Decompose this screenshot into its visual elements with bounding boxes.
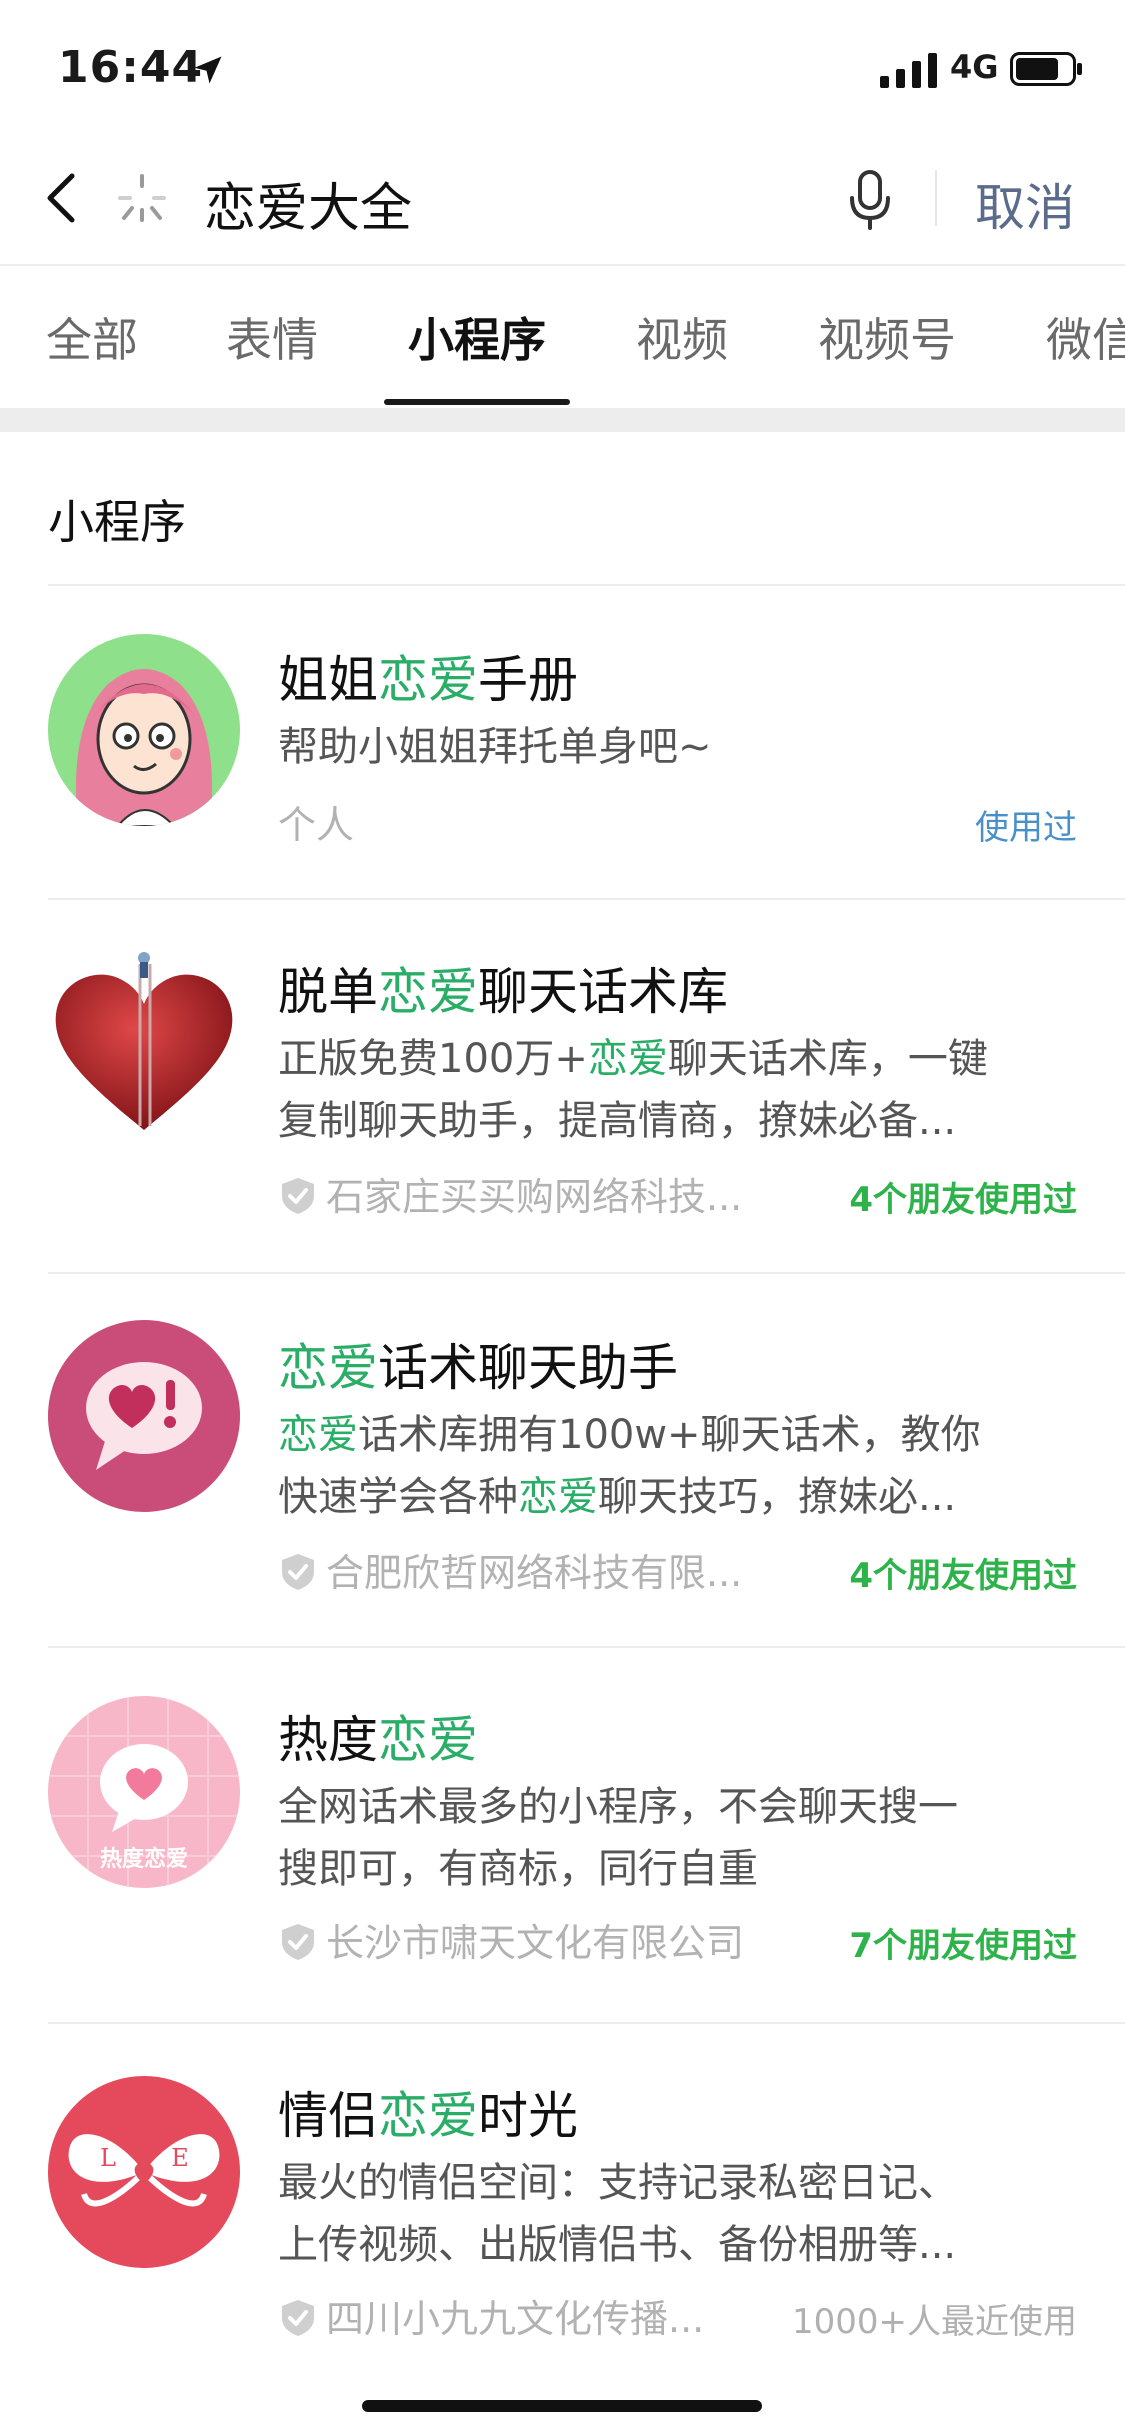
result-developer: 长沙市啸天文化有限公司	[278, 1912, 744, 1967]
usage-badge: 4个朋友使用过	[849, 1556, 1077, 1596]
result-developer: 合肥欣哲网络科技有限...	[278, 1542, 742, 1597]
location-arrow-icon	[194, 56, 222, 84]
keyword-highlight: 恋爱	[278, 1412, 358, 1458]
description-text: 最火的情侣空间：支持记录私密日记、	[278, 2160, 958, 2206]
icon-letter-l: L	[100, 2144, 116, 2172]
result-name: 脱单恋爱聊天话术库	[278, 963, 728, 1021]
result-name: 热度恋爱	[278, 1711, 478, 1769]
description-line: 正版免费100万+恋爱聊天话术库，一键	[278, 1028, 1078, 1090]
love-bow-icon: L E	[48, 2076, 240, 2268]
description-text: 帮助小姐姐拜托单身吧~	[278, 724, 712, 770]
tab-channels[interactable]: 视频号	[818, 304, 956, 370]
verified-shield-icon	[282, 1924, 314, 1960]
result-developer: 个人	[278, 803, 355, 847]
home-indicator[interactable]	[362, 2400, 762, 2412]
search-query-input[interactable]: 恋爱大全	[204, 166, 412, 241]
description-text: 话术库拥有100w+聊天话术，教你	[358, 1412, 981, 1458]
tab-videos[interactable]: 视频	[636, 304, 728, 370]
result-description: 正版免费100万+恋爱聊天话术库，一键复制聊天助手，提高情商，撩妹必备...	[278, 1028, 1078, 1152]
icon-caption-text: 热度恋爱	[100, 1846, 188, 1872]
result-name: 恋爱话术聊天助手	[278, 1339, 678, 1397]
verified-shield-icon	[282, 1554, 314, 1590]
description-line: 最火的情侣空间：支持记录私密日记、	[278, 2152, 1078, 2214]
result-developer: 石家庄买买购网络科技...	[278, 1166, 742, 1221]
result-item[interactable]: 恋爱话术聊天助手 恋爱话术库拥有100w+聊天话术，教你 快速学会各种恋爱聊天技巧…	[0, 1274, 1125, 1648]
result-name: 姐姐恋爱手册	[278, 651, 578, 709]
description-text: 全网话术最多的小程序，不会聊天搜一	[278, 1784, 958, 1830]
status-time: 16:44	[58, 42, 204, 93]
description-text: 上传视频、出版情侣书、备份相册等...	[278, 2222, 957, 2268]
status-bar: 16:44 4G	[0, 0, 1125, 132]
search-header: 恋爱大全 取消	[0, 132, 1125, 264]
heart-speech-bubble-icon	[48, 1320, 240, 1512]
description-line: 搜即可，有商标，同行自重	[278, 1838, 1078, 1900]
usage-badge: 4个朋友使用过	[849, 1180, 1077, 1220]
description-text: 聊天话术库，一键	[667, 1036, 988, 1082]
usage-badge: 7个朋友使用过	[849, 1926, 1077, 1966]
verified-shield-icon	[282, 2300, 314, 2336]
description-text: 搜即可，有商标，同行自重	[278, 1846, 758, 1892]
result-item[interactable]: 姐姐恋爱手册 帮助小姐姐拜托单身吧~ 个人 使用过	[0, 586, 1125, 900]
usage-badge: 1000+人最近使用	[791, 2302, 1077, 2342]
battery-icon	[1010, 52, 1082, 86]
red-heart-icon	[48, 944, 240, 1136]
verified-shield-icon	[282, 1178, 314, 1214]
result-developer: 四川小九九文化传播...	[278, 2288, 704, 2343]
description-line: 快速学会各种恋爱聊天技巧，撩妹必...	[278, 1466, 1078, 1528]
cancel-button[interactable]: 取消	[975, 168, 1075, 240]
description-text: 正版免费100万+	[278, 1036, 588, 1082]
result-item[interactable]: 热度恋爱 热度恋爱 全网话术最多的小程序，不会聊天搜一 搜即可，有商标，同行自重 …	[0, 1648, 1125, 2024]
result-description: 全网话术最多的小程序，不会聊天搜一 搜即可，有商标，同行自重	[278, 1776, 1078, 1900]
microphone-icon[interactable]	[846, 168, 894, 232]
result-description: 恋爱话术库拥有100w+聊天话术，教你 快速学会各种恋爱聊天技巧，撩妹必...	[278, 1404, 1078, 1528]
back-chevron-icon[interactable]	[42, 170, 82, 226]
tab-mini-programs[interactable]: 小程序	[408, 304, 546, 370]
description-text: 聊天技巧，撩妹必...	[598, 1474, 957, 1520]
description-line: 上传视频、出版情侣书、备份相册等...	[278, 2214, 1078, 2276]
result-description: 最火的情侣空间：支持记录私密日记、 上传视频、出版情侣书、备份相册等...	[278, 2152, 1078, 2276]
description-line: 帮助小姐姐拜托单身吧~	[278, 716, 1078, 778]
keyword-highlight: 恋爱	[518, 1474, 598, 1520]
description-line: 恋爱话术库拥有100w+聊天话术，教你	[278, 1404, 1078, 1466]
icon-letter-e: E	[171, 2144, 189, 2172]
result-description: 帮助小姐姐拜托单身吧~	[278, 716, 1078, 778]
result-item[interactable]: 脱单恋爱聊天话术库 正版免费100万+恋爱聊天话术库，一键复制聊天助手，提高情商…	[0, 900, 1125, 1274]
description-line: 全网话术最多的小程序，不会聊天搜一	[278, 1776, 1078, 1838]
pink-heart-bubble-icon: 热度恋爱	[48, 1696, 240, 1888]
description-text: 快速学会各种	[278, 1474, 518, 1520]
usage-badge: 使用过	[975, 808, 1077, 848]
section-title: 小程序	[48, 495, 186, 549]
category-tabs: 全部 表情 小程序 视频 视频号 微信	[0, 264, 1125, 408]
description-text: 复制聊天助手，提高情商，撩妹必备...	[278, 1098, 957, 1144]
cartoon-girl-icon	[48, 634, 240, 826]
header-divider	[935, 170, 937, 226]
section-spacer	[0, 408, 1125, 432]
tab-wechat[interactable]: 微信	[1046, 304, 1125, 370]
result-item[interactable]: L E 情侣恋爱时光 最火的情侣空间：支持记录私密日记、 上传视频、出版情侣书、备…	[0, 2024, 1125, 2400]
loading-spinner-icon	[118, 174, 166, 222]
cellular-signal-icon	[880, 53, 937, 88]
tab-all[interactable]: 全部	[46, 304, 138, 370]
keyword-highlight: 恋爱	[587, 1036, 668, 1082]
active-tab-indicator	[384, 399, 570, 405]
description-line: 复制聊天助手，提高情商，撩妹必备...	[278, 1090, 1078, 1152]
network-type: 4G	[950, 48, 999, 86]
result-name: 情侣恋爱时光	[278, 2087, 578, 2145]
tab-stickers[interactable]: 表情	[226, 304, 318, 370]
